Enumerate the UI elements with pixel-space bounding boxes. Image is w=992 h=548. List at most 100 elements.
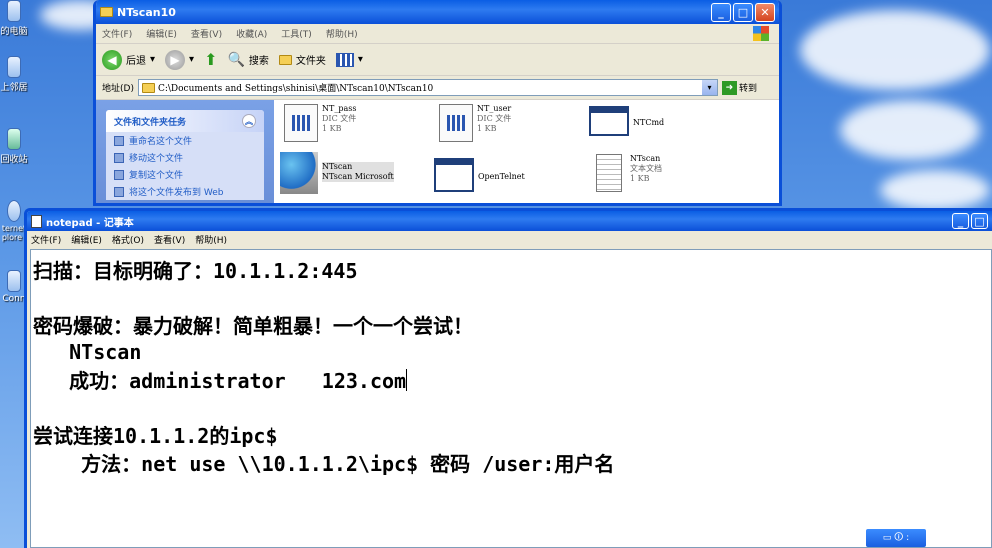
menu-view[interactable]: 查看(V) xyxy=(154,233,185,246)
desktop-icon-label: 的电脑 xyxy=(0,27,28,37)
file-type: NTscan Microsoft xyxy=(322,172,394,181)
menu-tools[interactable]: 工具(T) xyxy=(281,27,312,40)
explorer-window[interactable]: NTscan10 _ □ ✕ 文件(F) 编辑(E) 查看(V) 收藏(A) 工… xyxy=(93,0,782,206)
rename-icon xyxy=(114,135,124,146)
notepad-text-area[interactable]: 扫描：目标明确了：10.1.1.2:445 密码爆破：暴力破解！简单粗暴！一个一… xyxy=(30,249,992,548)
back-arrow-icon: ◀ xyxy=(102,49,122,70)
file-name: NTCmd xyxy=(633,118,665,127)
text-line xyxy=(33,394,991,422)
task-move[interactable]: 移动这个文件 xyxy=(106,149,264,166)
folder-icon xyxy=(100,7,113,17)
menu-edit[interactable]: 编辑(E) xyxy=(71,233,102,246)
task-rename[interactable]: 重命名这个文件 xyxy=(106,132,264,149)
ime-label: ▭ 🛈 : xyxy=(882,533,910,543)
collapse-chevron-icon[interactable]: ︽ xyxy=(242,114,256,128)
text-line xyxy=(33,284,991,312)
task-label: 复制这个文件 xyxy=(129,171,184,181)
maximize-button[interactable]: □ xyxy=(971,213,988,229)
connection-icon xyxy=(7,270,21,292)
windows-logo-icon xyxy=(753,26,769,41)
menu-edit[interactable]: 编辑(E) xyxy=(146,27,177,40)
address-value: C:\Documents and Settings\shinisi\桌面\NTs… xyxy=(157,84,434,94)
minimize-button[interactable]: _ xyxy=(711,2,731,22)
forward-arrow-icon: ▶ xyxy=(165,49,186,70)
desktop-icon-recycle-bin[interactable]: 回收站 xyxy=(0,128,28,165)
notepad-window[interactable]: notepad - 记事本 _ □ 文件(F) 编辑(E) 格式(O) 查看(V… xyxy=(24,208,992,548)
application-icon xyxy=(589,106,629,136)
back-button[interactable]: ◀ 后退 ▾ xyxy=(102,49,155,70)
search-icon: 🔍 xyxy=(227,51,245,68)
explorer-toolbar: ◀ 后退 ▾ ▶ ▾ ⬆ 🔍 搜索 文件夹 ▾ xyxy=(96,44,779,76)
move-icon xyxy=(114,152,124,163)
file-tasks-box: 文件和文件夹任务 ︽ 重命名这个文件 移动这个文件 复制这个文件 将这个文件发布… xyxy=(106,110,264,200)
file-type: DIC 文件 xyxy=(477,114,512,123)
menu-favorites[interactable]: 收藏(A) xyxy=(236,27,267,40)
file-size: 1 KB xyxy=(477,124,497,133)
desktop-icon-network[interactable]: 上邻居 xyxy=(0,56,28,93)
views-button[interactable]: ▾ xyxy=(335,52,363,67)
menu-file[interactable]: 文件(F) xyxy=(31,233,61,246)
file-name: NT_pass xyxy=(322,104,357,113)
file-size: 1 KB xyxy=(322,124,342,133)
notepad-menubar: 文件(F) 编辑(E) 格式(O) 查看(V) 帮助(H) xyxy=(27,231,992,248)
network-icon xyxy=(7,56,21,78)
file-name: OpenTelnet xyxy=(478,172,525,181)
address-input[interactable]: C:\Documents and Settings\shinisi\桌面\NTs… xyxy=(137,79,718,96)
task-copy[interactable]: 复制这个文件 xyxy=(106,166,264,183)
ime-toolbar[interactable]: ▭ 🛈 : xyxy=(866,529,926,547)
explorer-titlebar[interactable]: NTscan10 _ □ ✕ xyxy=(96,0,779,24)
search-button[interactable]: 🔍 搜索 xyxy=(227,52,268,68)
file-item[interactable]: NTscan 文本文档 1 KB xyxy=(596,154,662,192)
task-label: 将这个文件发布到 Web xyxy=(129,188,224,198)
folders-button[interactable]: 文件夹 xyxy=(278,52,326,67)
notepad-title: notepad - 记事本 xyxy=(46,217,134,229)
address-bar: 地址(D) C:\Documents and Settings\shinisi\… xyxy=(96,76,779,100)
menu-view[interactable]: 查看(V) xyxy=(191,27,222,40)
file-name: NT_user xyxy=(477,104,512,113)
task-label: 重命名这个文件 xyxy=(129,137,193,147)
up-folder-button[interactable]: ⬆ xyxy=(204,50,217,69)
file-type: 文本文档 xyxy=(630,164,662,173)
file-name: NTscan xyxy=(322,162,353,171)
text-line: 密码爆破：暴力破解！简单粗暴！一个一个尝试！ xyxy=(33,314,473,339)
text-line: NTscan xyxy=(33,340,142,365)
dic-file-icon xyxy=(439,104,473,142)
go-button[interactable]: ➜ 转到 xyxy=(721,80,757,95)
cloud xyxy=(840,100,980,160)
folders-label: 文件夹 xyxy=(295,56,326,67)
menu-format[interactable]: 格式(O) xyxy=(112,233,144,246)
back-label: 后退 xyxy=(126,56,146,67)
task-pane: 文件和文件夹任务 ︽ 重命名这个文件 移动这个文件 复制这个文件 将这个文件发布… xyxy=(96,100,274,203)
menu-file[interactable]: 文件(F) xyxy=(102,27,132,40)
text-line: 成功：administrator 123.com xyxy=(33,369,407,394)
file-item[interactable]: OpenTelnet xyxy=(434,158,525,192)
cloud xyxy=(800,10,990,90)
desktop-icon-label: 回收站 xyxy=(0,155,28,165)
folders-icon xyxy=(278,54,292,65)
file-tasks-title: 文件和文件夹任务 xyxy=(114,117,187,128)
close-button[interactable]: ✕ xyxy=(755,2,775,22)
copy-icon xyxy=(114,169,124,180)
desktop-icon-label: 上邻居 xyxy=(0,83,28,93)
text-line-with-cursor: 成功：administrator 123.com xyxy=(33,366,991,394)
dic-file-icon xyxy=(284,104,318,142)
file-item[interactable]: NTscan NTscan Microsoft xyxy=(280,152,394,194)
notepad-titlebar[interactable]: notepad - 记事本 _ □ xyxy=(27,211,992,231)
task-publish[interactable]: 将这个文件发布到 Web xyxy=(106,183,264,200)
address-dropdown[interactable]: ▾ xyxy=(701,80,717,95)
go-label: 转到 xyxy=(738,84,757,94)
file-item[interactable]: NTCmd xyxy=(589,106,664,136)
menu-help[interactable]: 帮助(H) xyxy=(326,27,358,40)
file-tasks-header[interactable]: 文件和文件夹任务 ︽ xyxy=(106,110,264,132)
file-item[interactable]: NT_user DIC 文件 1 KB xyxy=(439,104,511,142)
minimize-button[interactable]: _ xyxy=(952,213,969,229)
recycle-bin-icon xyxy=(7,128,21,150)
application-icon xyxy=(434,158,474,192)
desktop-icon-label: Conn xyxy=(2,294,26,304)
task-label: 移动这个文件 xyxy=(129,154,184,164)
desktop-icon-my-computer[interactable]: 的电脑 xyxy=(0,0,28,37)
maximize-button[interactable]: □ xyxy=(733,2,753,22)
forward-button[interactable]: ▶ ▾ xyxy=(165,49,194,70)
menu-help[interactable]: 帮助(H) xyxy=(195,233,227,246)
file-item[interactable]: NT_pass DIC 文件 1 KB xyxy=(284,104,356,142)
